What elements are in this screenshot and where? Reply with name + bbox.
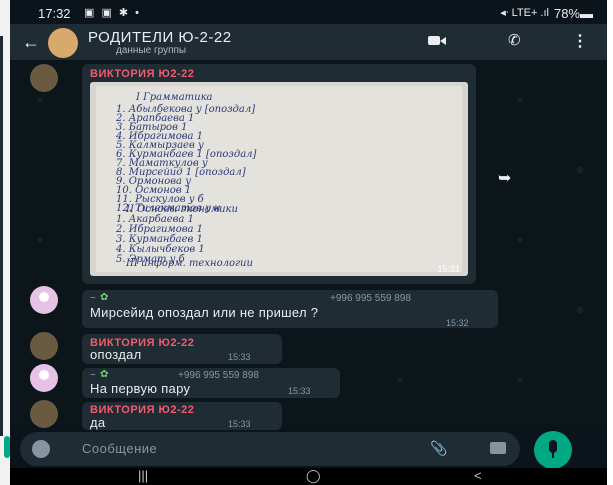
forward-icon[interactable]: ➥ (498, 168, 511, 188)
nav-home-button[interactable]: ◯ (306, 468, 321, 484)
message-text: Мирсейид опоздал или не пришел ? (90, 305, 319, 320)
group-title[interactable]: РОДИТЕЛИ Ю-2-22 (88, 29, 232, 46)
message-text: На первую пару (90, 381, 191, 396)
more-vertical-icon[interactable]: ⋮ (572, 31, 588, 51)
sender-name[interactable]: ВИКТОРИЯ Ю2-22 (90, 68, 194, 80)
timestamp: 15:31 (437, 264, 460, 274)
gutter-mark (0, 36, 3, 436)
sender-emoji-icon: ✿ (100, 369, 109, 380)
sender-phone: +996 995 559 898 (330, 293, 411, 304)
notification-icons: ▣ ▣ ✱ • (84, 7, 142, 19)
message-text: да (90, 415, 106, 430)
status-time: 17:32 (38, 6, 71, 21)
message-text: опоздал (90, 347, 142, 362)
battery-indicator: 78%▬ (553, 6, 593, 21)
left-gutter (0, 0, 10, 485)
photo-heading-1: I Грамматика (136, 92, 213, 103)
sender-phone: +996 995 559 898 (178, 370, 259, 381)
sender-prefix: ~ (90, 293, 96, 304)
phone-icon[interactable]: ✆ (508, 31, 521, 49)
notebook-photo[interactable]: I Грамматика 1. Абылбекова y [опоздал] 2.… (90, 82, 468, 276)
video-icon[interactable] (428, 34, 446, 46)
message-bubble[interactable]: ВИКТОРИЯ Ю2-22 да 15:33 (82, 402, 282, 430)
group-avatar[interactable] (48, 28, 78, 58)
attach-icon[interactable]: 📎 (430, 440, 447, 457)
system-nav-bar: ||| ◯ < (10, 468, 607, 485)
timestamp: 15:33 (228, 419, 251, 429)
notebook-page: I Грамматика 1. Абылбекова y [опоздал] 2.… (96, 86, 462, 272)
nav-recent-button[interactable]: ||| (138, 468, 148, 483)
arrow-left-icon[interactable]: ← (22, 32, 40, 53)
message-bubble[interactable]: ~ ✿ +996 995 559 898 На первую пару 15:3… (82, 368, 340, 398)
timestamp: 15:33 (288, 386, 311, 396)
group-subtitle[interactable]: данные группы (116, 45, 186, 56)
sender-prefix: ~ (90, 370, 96, 381)
phone-screen: 17:32 ▣ ▣ ✱ • ◂ᐧ LTE+ .ıl 78%▬ ← РОДИТЕЛ… (10, 0, 607, 485)
message-input-bar[interactable]: Сообщение 📎 (20, 432, 520, 466)
message-bubble[interactable]: ВИКТОРИЯ Ю2-22 опоздал 15:33 (82, 334, 282, 364)
timestamp: 15:32 (446, 318, 469, 328)
sender-name[interactable]: ВИКТОРИЯ Ю2-22 (90, 404, 194, 416)
mic-button[interactable] (534, 431, 572, 469)
avatar[interactable] (30, 64, 58, 92)
avatar[interactable] (30, 400, 58, 428)
avatar[interactable] (30, 332, 58, 360)
mic-icon (549, 440, 557, 453)
status-bar: 17:32 ▣ ▣ ✱ • ◂ᐧ LTE+ .ıl 78%▬ (10, 0, 607, 24)
image-message-bubble[interactable]: ВИКТОРИЯ Ю2-22 I Грамматика 1. Абылбеков… (82, 64, 476, 284)
signal-icon: ◂ᐧ LTE+ .ıl (500, 7, 549, 19)
chat-header[interactable]: ← РОДИТЕЛИ Ю-2-22 данные группы ✆ ⋮ (10, 24, 607, 60)
avatar[interactable] (30, 364, 58, 392)
nav-back-button[interactable]: < (474, 468, 482, 483)
photo-heading-3: III информ. технологии (126, 258, 253, 269)
timestamp: 15:33 (228, 352, 251, 362)
message-input[interactable]: Сообщение (82, 441, 157, 456)
avatar[interactable] (30, 286, 58, 314)
camera-icon[interactable] (490, 442, 506, 454)
emoji-icon[interactable] (32, 440, 50, 458)
message-bubble[interactable]: ~ ✿ +996 995 559 898 Мирсейид опоздал ил… (82, 290, 498, 328)
sender-emoji-icon: ✿ (100, 292, 109, 303)
